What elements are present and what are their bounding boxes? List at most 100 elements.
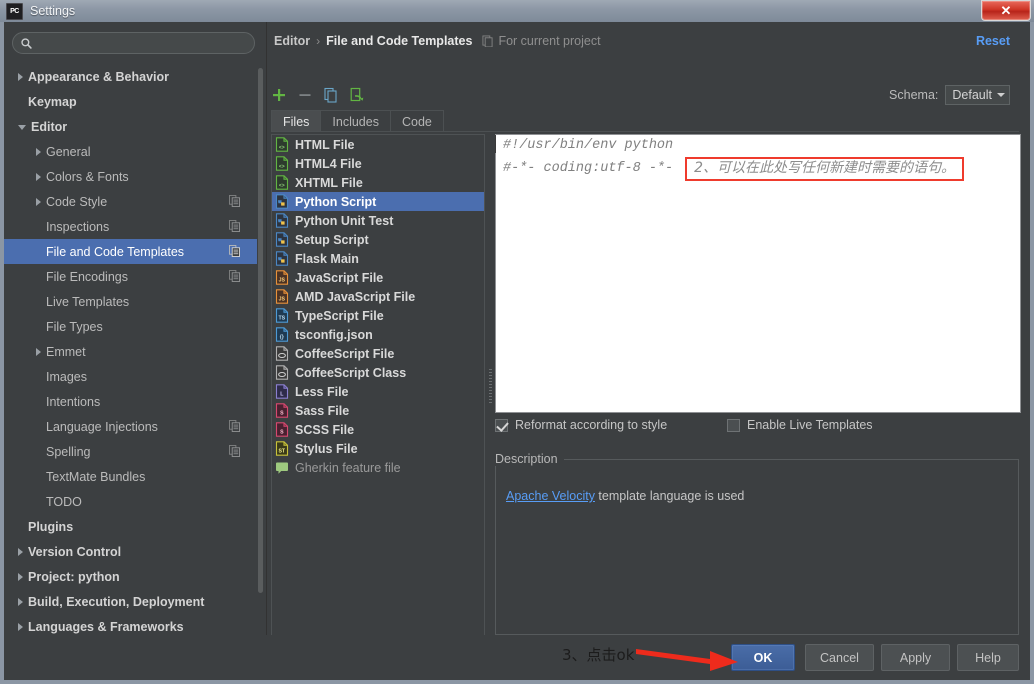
sidebar-item-file-and-code-templates[interactable]: File and Code Templates [4, 239, 262, 264]
window-title: Settings [30, 4, 76, 18]
template-list-item[interactable]: <> HTML File [272, 135, 484, 154]
live-templates-checkbox[interactable]: Enable Live Templates [727, 418, 873, 432]
project-settings-badge-icon [229, 270, 240, 282]
html-file-icon: <> [275, 137, 289, 152]
template-list-item[interactable]: CoffeeScript File [272, 344, 484, 363]
template-list-item[interactable]: Setup Script [272, 230, 484, 249]
sidebar-item-inspections[interactable]: Inspections [4, 214, 262, 239]
sidebar-item-textmate-bundles[interactable]: TextMate Bundles [4, 464, 262, 489]
search-input[interactable] [33, 34, 254, 52]
template-list-item[interactable]: JS AMD JavaScript File [272, 287, 484, 306]
template-list-item[interactable]: Flask Main [272, 249, 484, 268]
template-list-item[interactable]: ST Stylus File [272, 439, 484, 458]
sidebar-item-emmet[interactable]: Emmet [4, 339, 262, 364]
sidebar-item-project-python[interactable]: Project: python [4, 564, 262, 589]
ok-button[interactable]: OK [731, 644, 795, 671]
annotation-step2: 2、可以在此处写任何新建时需要的语句。 [685, 157, 965, 181]
chevron-right-icon[interactable] [18, 622, 23, 631]
sidebar-item-general[interactable]: General [4, 139, 262, 164]
apache-velocity-link[interactable]: Apache Velocity [506, 489, 595, 503]
sidebar-item-label: Live Templates [46, 294, 130, 309]
sidebar-item-live-templates[interactable]: Live Templates [4, 289, 262, 314]
template-list-item[interactable]: Gherkin feature file [272, 458, 484, 477]
breadcrumb-parent[interactable]: Editor [274, 34, 310, 48]
tab-files[interactable]: Files [271, 110, 322, 132]
sidebar-item-version-control[interactable]: Version Control [4, 539, 262, 564]
sidebar-item-todo[interactable]: TODO [4, 489, 262, 514]
templates-list[interactable]: <> HTML File <> HTML4 File <> XHTML File Pytho… [271, 134, 485, 637]
chevron-right-icon[interactable] [36, 172, 41, 181]
dialog-button-bar: OK Cancel Apply Help [4, 635, 1030, 680]
window-edge-right [1030, 22, 1034, 684]
remove-icon[interactable] [297, 87, 313, 103]
template-list-item[interactable]: Python Script [272, 192, 484, 211]
sidebar-item-images[interactable]: Images [4, 364, 262, 389]
js-file-icon: JS [275, 270, 289, 285]
sidebar-item-spelling[interactable]: Spelling [4, 439, 262, 464]
help-button[interactable]: Help [957, 644, 1019, 671]
chevron-right-icon[interactable] [36, 347, 41, 356]
sidebar-item-build-execution-deployment[interactable]: Build, Execution, Deployment [4, 589, 262, 614]
sidebar-item-appearance-behavior[interactable]: Appearance & Behavior [4, 64, 262, 89]
search-field[interactable] [12, 32, 255, 54]
template-list-item[interactable]: S Sass File [272, 401, 484, 420]
settings-sidebar: Appearance & Behavior Keymap Editor General… [4, 22, 267, 635]
reset-link[interactable]: Reset [976, 34, 1010, 48]
chevron-down-icon[interactable] [18, 125, 26, 130]
templates-toolbar [271, 84, 365, 106]
close-icon[interactable]: ✕ [981, 0, 1031, 21]
chevron-right-icon[interactable] [18, 547, 23, 556]
sidebar-item-editor[interactable]: Editor [4, 114, 262, 139]
live-templates-checkbox-box [727, 418, 740, 432]
template-list-item[interactable]: L Less File [272, 382, 484, 401]
template-list-item[interactable]: <> HTML4 File [272, 154, 484, 173]
sidebar-item-file-encodings[interactable]: File Encodings [4, 264, 262, 289]
template-list-item-label: Sass File [295, 403, 350, 418]
schema-selector: Schema: Default [889, 85, 1010, 105]
tab-includes[interactable]: Includes [320, 110, 391, 132]
chevron-right-icon[interactable] [18, 572, 23, 581]
template-list-item[interactable]: S SCSS File [272, 420, 484, 439]
template-list-item[interactable]: <> XHTML File [272, 173, 484, 192]
template-list-item[interactable]: {} tsconfig.json [272, 325, 484, 344]
template-list-item[interactable]: TS TypeScript File [272, 306, 484, 325]
panel-splitter[interactable] [487, 367, 494, 407]
chevron-right-icon[interactable] [18, 72, 23, 81]
tab-code[interactable]: Code [389, 110, 444, 132]
sidebar-item-keymap[interactable]: Keymap [4, 89, 262, 114]
tabs-underline [271, 131, 1019, 132]
sidebar-item-file-types[interactable]: File Types [4, 314, 262, 339]
json-file-icon: {} [275, 327, 289, 342]
schema-label: Schema: [889, 88, 939, 102]
sidebar-item-label: Appearance & Behavior [28, 69, 170, 84]
template-list-item-label: Python Script [295, 194, 377, 209]
sidebar-item-languages-frameworks[interactable]: Languages & Frameworks [4, 614, 262, 635]
sidebar-item-intentions[interactable]: Intentions [4, 389, 262, 414]
template-editor[interactable]: #!/usr/bin/env python #-*- coding:utf-8 … [495, 134, 1021, 413]
schema-dropdown[interactable]: Default [945, 85, 1010, 105]
template-list-item[interactable]: Python Unit Test [272, 211, 484, 230]
sidebar-item-label: Build, Execution, Deployment [28, 594, 205, 609]
chevron-down-icon [997, 93, 1005, 97]
add-icon[interactable] [271, 87, 287, 103]
sidebar-item-code-style[interactable]: Code Style [4, 189, 262, 214]
sidebar-item-plugins[interactable]: Plugins [4, 514, 262, 539]
svg-text:TS: TS [278, 316, 285, 322]
chevron-right-icon[interactable] [36, 197, 41, 206]
template-list-item[interactable]: JS JavaScript File [272, 268, 484, 287]
reformat-checkbox[interactable]: Reformat according to style [495, 418, 667, 432]
sidebar-item-colors-fonts[interactable]: Colors & Fonts [4, 164, 262, 189]
chevron-right-icon[interactable] [18, 597, 23, 606]
reset-template-icon[interactable] [349, 87, 365, 103]
sidebar-item-language-injections[interactable]: Language Injections [4, 414, 262, 439]
chevron-right-icon[interactable] [36, 147, 41, 156]
cancel-button[interactable]: Cancel [805, 644, 874, 671]
sidebar-item-label: TextMate Bundles [46, 469, 146, 484]
project-settings-badge-icon [229, 220, 240, 232]
description-title: Description [495, 452, 564, 466]
sidebar-item-label: Inspections [46, 219, 110, 234]
apply-button[interactable]: Apply [881, 644, 950, 671]
reformat-checkbox-box [495, 418, 508, 432]
copy-icon[interactable] [323, 87, 339, 103]
template-list-item[interactable]: CoffeeScript Class [272, 363, 484, 382]
